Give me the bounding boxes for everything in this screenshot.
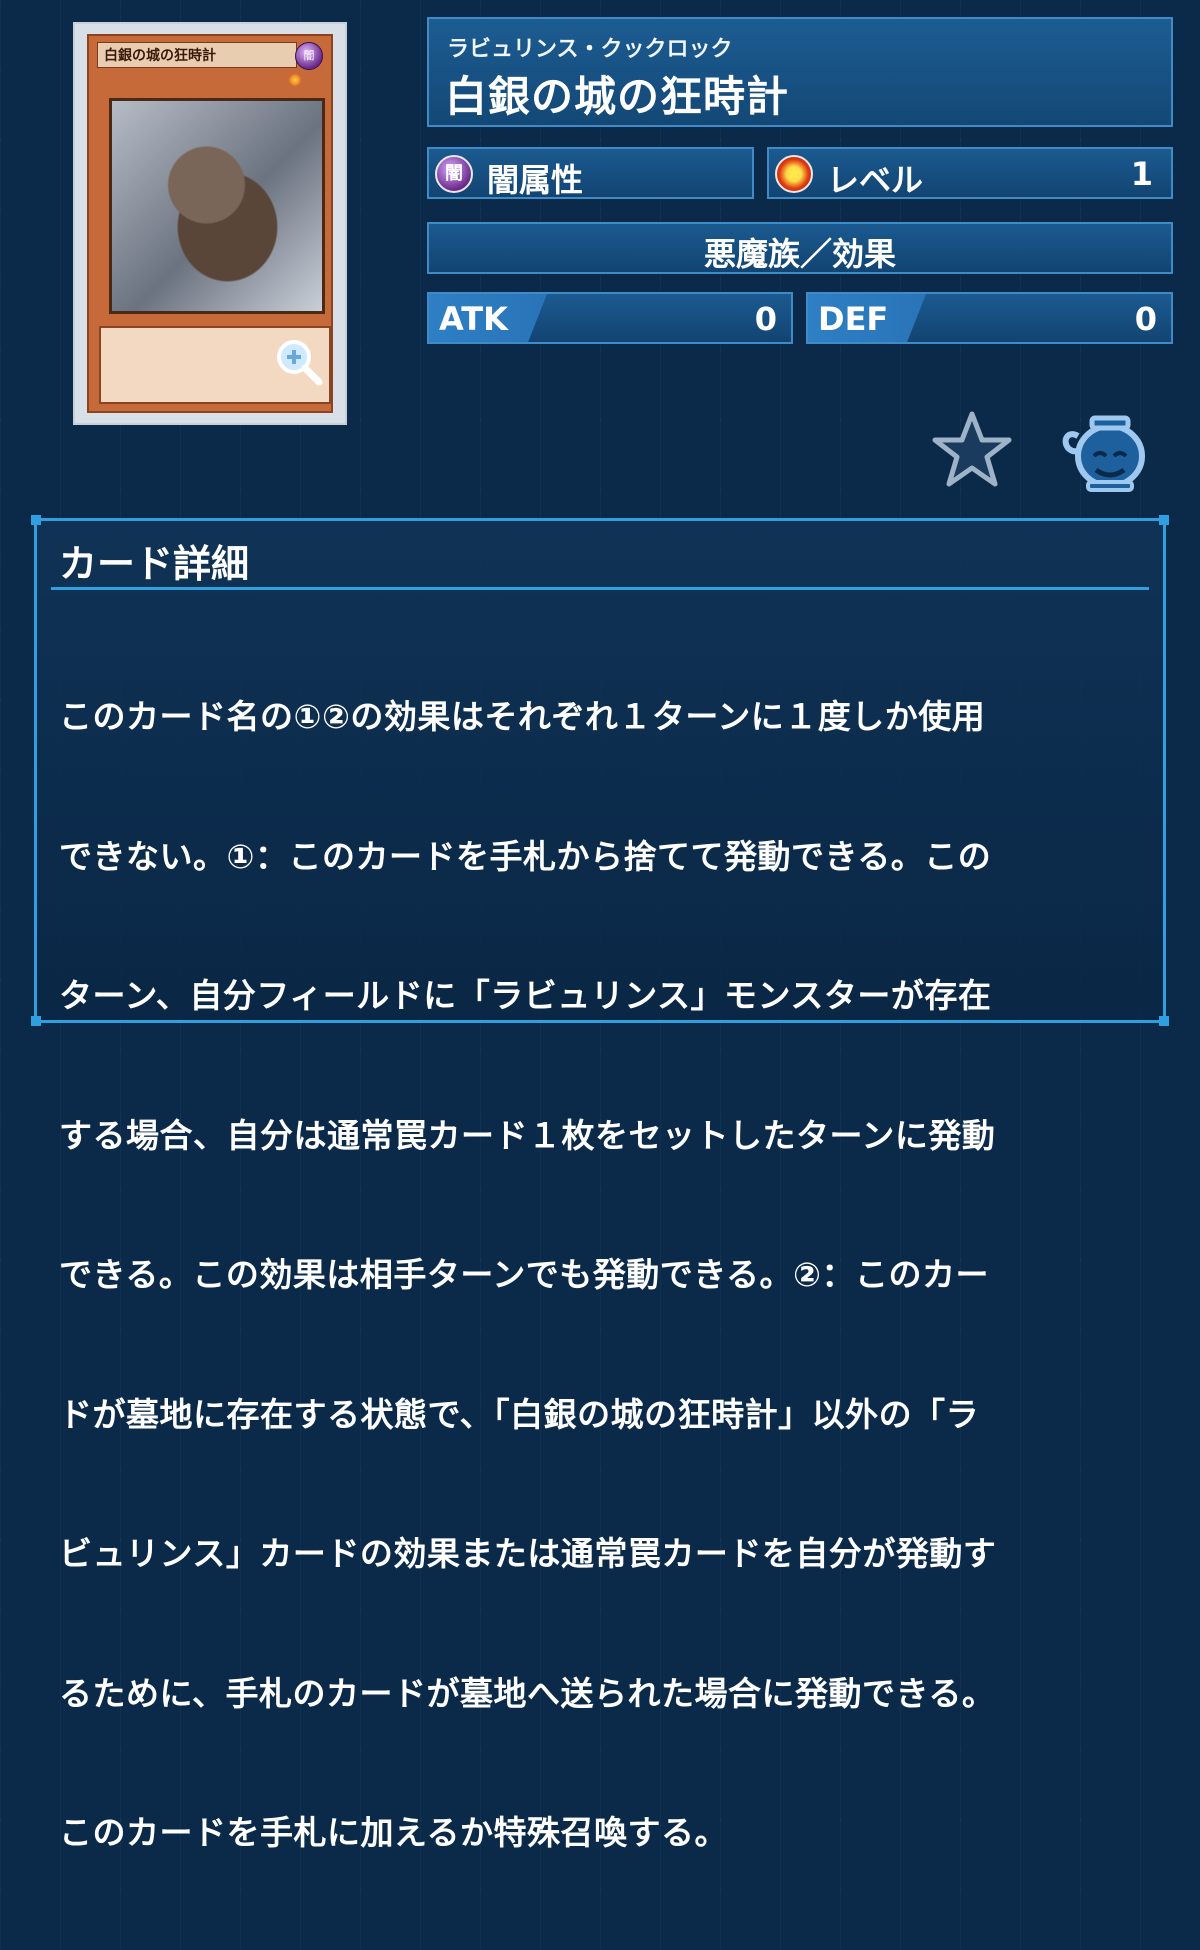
effect-line: ビュリンス」カードの効果または通常罠カードを自分が発動す	[59, 1534, 997, 1573]
def-value: 0	[1134, 300, 1157, 338]
atk-row: ATK 0	[427, 292, 793, 344]
effect-line: する場合、自分は通常罠カード１枚をセットしたターンに発動	[59, 1115, 996, 1155]
level-row: ★ レベル 1	[767, 147, 1173, 199]
effect-line: このカード名の①②の効果はそれぞれ１ターンに１度しか使用	[59, 697, 986, 736]
level-label: レベル	[827, 161, 924, 199]
effect-line: ドが墓地に存在する状態で、「白銀の城の狂時計」以外の「ラ	[59, 1394, 980, 1434]
attribute-row: 闇 闇属性	[427, 147, 754, 199]
card-title: 白銀の城の狂時計	[445, 72, 790, 121]
panel-corner	[1159, 1016, 1169, 1026]
type-row: 悪魔族／効果	[427, 222, 1173, 274]
card-image[interactable]: 白銀の城の狂時計 闇	[73, 22, 347, 425]
card-detail-heading: カード詳細	[59, 542, 250, 586]
card-detail-panel[interactable]: カード詳細 このカード名の①②の効果はそれぞれ１ターンに１度しか使用 できない。…	[31, 515, 1169, 1852]
monster-type-label: 悪魔族／効果	[703, 235, 896, 273]
def-row: DEF 0	[806, 292, 1173, 344]
atk-label: ATK	[439, 300, 508, 338]
panel-corner	[31, 515, 41, 525]
card-artwork	[109, 98, 325, 314]
pot-of-greed-icon[interactable]	[1058, 412, 1150, 492]
card-title-panel: ラビュリンス・クックロック 白銀の城の狂時計	[427, 17, 1173, 127]
card-image-name: 白銀の城の狂時計	[97, 42, 297, 68]
effect-line: ターン、自分フィールドに「ラビュリンス」モンスターが存在	[59, 976, 992, 1015]
favorite-star-icon[interactable]	[932, 410, 1012, 488]
level-value: 1	[1130, 155, 1153, 193]
panel-corner	[1159, 515, 1169, 525]
effect-line: るために、手札のカードが墓地へ送られた場合に発動できる。	[59, 1673, 996, 1713]
panel-corner	[31, 1016, 41, 1026]
divider	[51, 587, 1149, 590]
card-effect-text: このカード名の①②の効果はそれぞれ１ターンに１度しか使用 できない。①：このカー…	[59, 601, 1149, 1950]
level-star-icon: ★	[775, 155, 813, 193]
attribute-label: 闇属性	[487, 161, 584, 199]
dark-attribute-icon: 闇	[435, 155, 473, 193]
zoom-icon[interactable]	[273, 336, 323, 386]
effect-line: このカードを手札に加えるか特殊召喚する。	[59, 1813, 729, 1852]
card-image-level-icon	[289, 74, 301, 86]
effect-line: できる。この効果は相手ターンでも発動できる。②：このカー	[59, 1255, 989, 1294]
atk-value: 0	[754, 300, 777, 338]
card-name-ruby: ラビュリンス・クックロック	[447, 37, 733, 62]
card-image-attribute-icon: 闇	[295, 42, 323, 70]
effect-line: できない。①：このカードを手札から捨てて発動できる。この	[59, 836, 992, 876]
def-label: DEF	[818, 300, 889, 338]
